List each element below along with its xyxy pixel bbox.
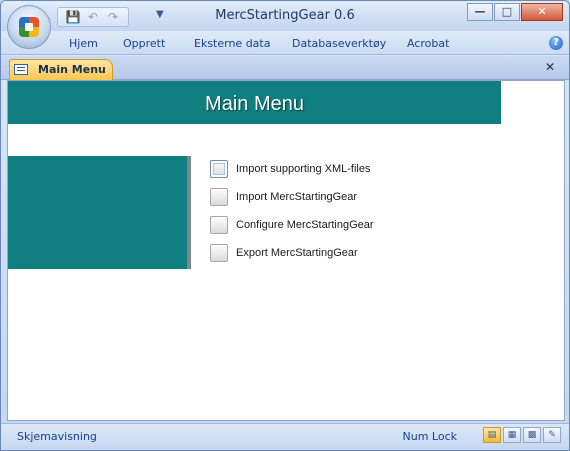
menu-item-label: Import supporting XML-files (236, 163, 371, 175)
close-document-icon[interactable]: ✕ (545, 60, 555, 74)
form-title: Main Menu (205, 93, 304, 115)
menu-item-label: Import MercStartingGear (236, 191, 358, 203)
document-tab-main-menu[interactable]: Main Menu (9, 59, 113, 80)
status-bar: Skjemavisning Num Lock ▤ ▦ ▩ ✎ (1, 423, 569, 450)
document-tab-label: Main Menu (38, 63, 106, 76)
import-gear-button[interactable] (210, 188, 228, 206)
export-gear-button[interactable] (210, 244, 228, 262)
document-tab-strip: Main Menu ✕ (1, 56, 569, 80)
decorative-side-panel (8, 156, 191, 269)
minimize-icon[interactable]: — (467, 3, 493, 21)
maximize-icon[interactable]: □ (494, 3, 520, 21)
design-view-icon[interactable]: ✎ (543, 427, 561, 443)
tab-acrobat[interactable]: Acrobat (407, 37, 449, 50)
num-lock-indicator: Num Lock (402, 430, 458, 443)
form-header: Main Menu (8, 81, 501, 124)
tab-databaseverktoy[interactable]: Databaseverktøy (292, 37, 386, 50)
tab-eksterne-data[interactable]: Eksterne data (194, 37, 270, 50)
form-view-icon[interactable]: ▤ (483, 427, 501, 443)
tab-hjem[interactable]: Hjem (69, 37, 98, 50)
view-name: Skjemavisning (17, 430, 97, 443)
tab-opprett[interactable]: Opprett (123, 37, 165, 50)
form-icon (14, 64, 28, 75)
main-menu-form: Main Menu Import supporting XML-files Im… (7, 80, 565, 421)
application-window: 💾 ↶ ↷ ▼ MercStartingGear 0.6 — □ ✕ Hjem … (0, 0, 570, 451)
menu-item-label: Configure MercStartingGear (236, 219, 374, 231)
help-icon[interactable]: ? (549, 36, 563, 50)
datasheet-view-icon[interactable]: ▦ (503, 427, 521, 443)
import-xml-button[interactable] (210, 160, 228, 178)
ribbon-tabs: Hjem Opprett Eksterne data Databaseverkt… (1, 31, 569, 55)
office-button[interactable] (7, 5, 51, 49)
office-logo-icon (19, 17, 39, 37)
view-switcher: ▤ ▦ ▩ ✎ (483, 427, 561, 443)
close-icon[interactable]: ✕ (521, 3, 563, 21)
layout-view-icon[interactable]: ▩ (523, 427, 541, 443)
window-controls: — □ ✕ (467, 3, 563, 21)
title-bar: 💾 ↶ ↷ ▼ MercStartingGear 0.6 — □ ✕ (1, 1, 569, 31)
menu-item-label: Export MercStartingGear (236, 247, 358, 259)
configure-gear-button[interactable] (210, 216, 228, 234)
